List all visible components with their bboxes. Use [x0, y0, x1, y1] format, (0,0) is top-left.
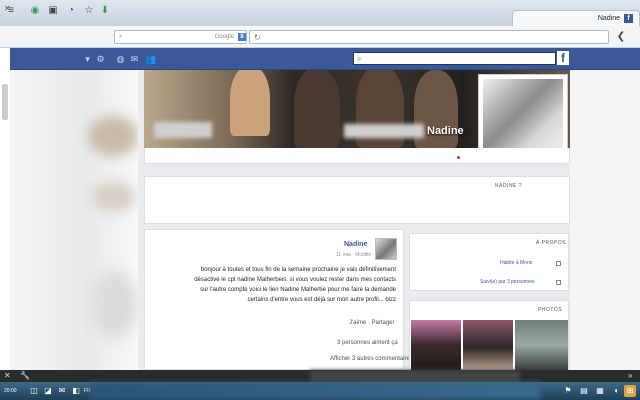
post-text-line: certains d'entre vous est déjà sur mon a…	[247, 297, 396, 303]
taskbar-app-icon[interactable]: ◪	[42, 385, 54, 397]
search-input[interactable]: ⌕ Google 8	[114, 30, 247, 44]
back-icon[interactable]: ❮	[614, 30, 628, 44]
star-icon[interactable]: ☆	[82, 4, 96, 18]
volume-icon[interactable]: ◖	[610, 385, 622, 397]
friends-icon[interactable]: 👥	[145, 54, 156, 64]
blurred-right-column	[570, 70, 640, 370]
network-icon[interactable]: ▦	[594, 385, 606, 397]
post-text-line: bonjour à toutes et tous fin de la semai…	[200, 267, 396, 273]
lives-in-link[interactable]: Habite à Mons	[500, 260, 532, 266]
clipboard-icon[interactable]: ▣	[46, 4, 60, 18]
scrollbar[interactable]	[2, 84, 8, 120]
menu-icon[interactable]: ≡	[4, 4, 18, 18]
facebook-logo-icon[interactable]: f	[557, 51, 569, 65]
blurred-left-column	[10, 70, 138, 370]
wrench-icon[interactable]: 🔧	[20, 371, 30, 380]
chevron-down-icon[interactable]: ▾	[82, 54, 93, 64]
close-icon[interactable]: ✕	[4, 371, 11, 380]
followers-link[interactable]: Suivi(e) par 3 personnes	[480, 279, 534, 285]
rss-icon	[556, 280, 561, 285]
browser-tab-active[interactable]: Nadine f	[512, 10, 640, 26]
messages-icon[interactable]: ✉	[129, 54, 140, 64]
globe-icon[interactable]: ◍	[115, 54, 126, 64]
home-icon	[556, 261, 561, 266]
post-text-line: désactivé le cpt nadine Malherbeis. si v…	[194, 277, 396, 283]
search-icon: ⌕	[119, 33, 123, 40]
notification-icon[interactable]: ◔	[64, 4, 78, 18]
post-meta: 11 mai · Modifié ·	[336, 252, 375, 258]
post-likes-count[interactable]: 3 personnes aiment ça	[337, 340, 398, 346]
comment-icon[interactable]: ◉	[28, 4, 42, 18]
post-author-avatar[interactable]	[375, 238, 397, 260]
about-box-title: À PROPOS	[536, 240, 567, 246]
facebook-favicon-icon: f	[624, 14, 633, 23]
settings-icon[interactable]: ⚙	[95, 54, 106, 64]
post-author-link[interactable]: Nadine	[344, 241, 367, 248]
taskbar-redacted	[90, 383, 540, 399]
tab-title: Nadine	[597, 15, 620, 22]
taskbar-app-icon[interactable]: ✉	[56, 385, 68, 397]
search-icon: ⌕	[357, 53, 362, 63]
about-strip-label: NADINE ?	[495, 183, 523, 189]
search-engine-icon: 8	[238, 33, 246, 41]
show-more-comments-link[interactable]: Afficher 3 autres commentaires	[330, 356, 413, 362]
taskbar-app-icon[interactable]: ◧	[70, 385, 82, 397]
download-icon[interactable]: ⬇	[98, 4, 112, 18]
post-actions[interactable]: J'aime · Partager	[349, 320, 395, 326]
photo-thumbnail[interactable]	[463, 320, 513, 370]
photo-thumbnail[interactable]	[411, 320, 461, 370]
clock[interactable]: 20:00	[4, 388, 17, 394]
photos-box-title: PHOTOS	[538, 307, 563, 313]
start-icon[interactable]: ⊞	[624, 385, 636, 397]
status-bar-redacted	[310, 370, 520, 382]
taskbar-app-icon[interactable]: ◫	[28, 385, 40, 397]
post-text-line: sur l'autre compte voici le lien Nadine …	[200, 287, 396, 293]
profile-nav-strip	[144, 148, 570, 164]
url-bar[interactable]: ↻	[249, 30, 609, 44]
chevron-right-icon[interactable]: »	[628, 371, 632, 380]
profile-name: Nadine	[427, 125, 464, 137]
photo-thumbnail[interactable]	[515, 320, 568, 370]
flag-icon[interactable]: ⚑	[562, 385, 574, 397]
search-placeholder: Google	[214, 34, 234, 40]
notification-dot	[457, 156, 460, 159]
reload-icon[interactable]: ↻	[254, 33, 261, 42]
folder-icon[interactable]: ▤	[578, 385, 590, 397]
facebook-search-input[interactable]: ⌕	[353, 52, 556, 65]
